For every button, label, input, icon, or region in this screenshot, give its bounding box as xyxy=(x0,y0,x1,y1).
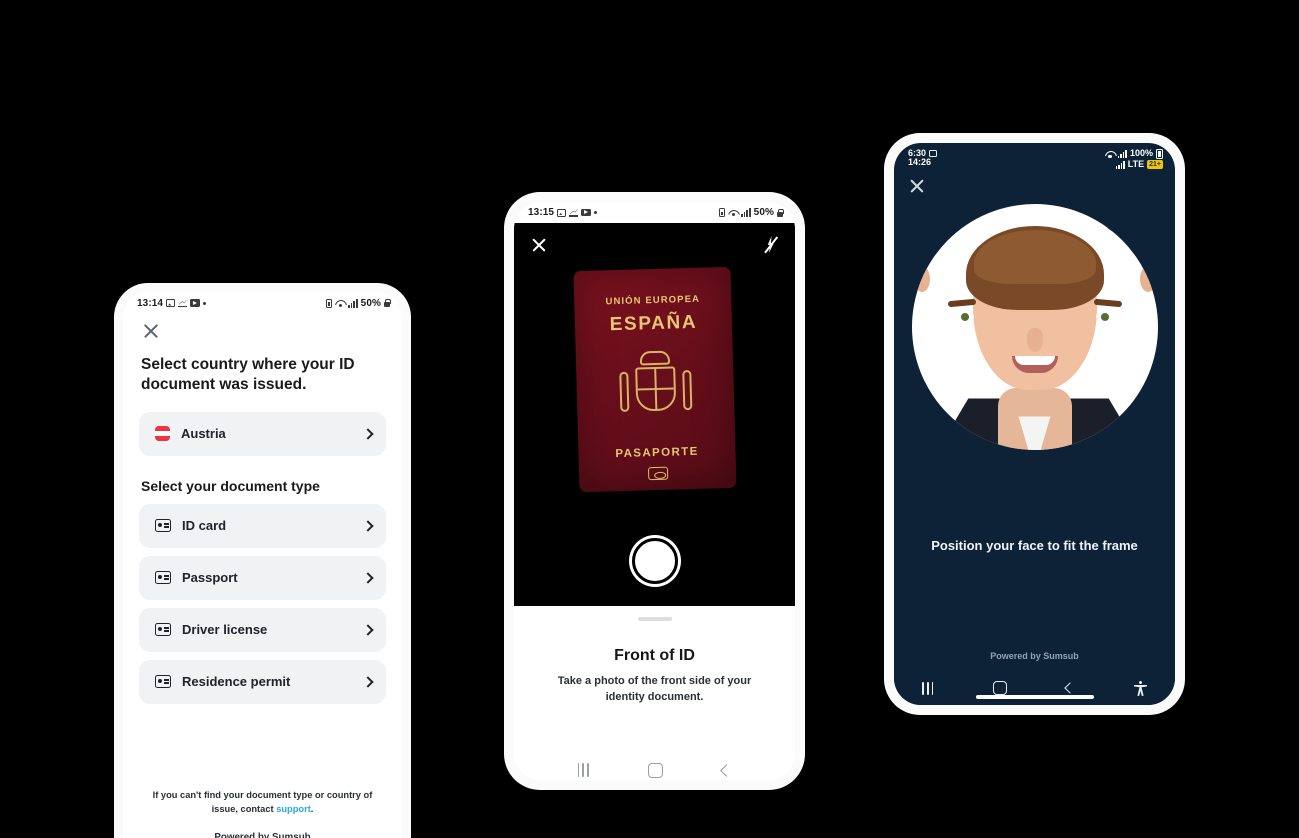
battery-percent: 100% xyxy=(1129,148,1153,159)
phone2-navigation-bar xyxy=(514,749,795,780)
phone3-navigation-bar xyxy=(894,671,1175,705)
dot-icon xyxy=(594,211,598,214)
selfie-preview xyxy=(911,204,1158,451)
footer-text-before: If you can't find your document type or … xyxy=(152,790,373,814)
status-time: 13:14 xyxy=(137,297,164,309)
powered-by-label: Powered by Sumsub xyxy=(214,832,311,838)
coat-of-arms-icon xyxy=(612,344,698,430)
chevron-right-icon xyxy=(362,428,374,440)
dot-icon xyxy=(203,301,207,305)
doc-type-passport[interactable]: Passport xyxy=(139,555,386,600)
sheet-subtitle: Take a photo of the front side of your i… xyxy=(557,675,752,703)
phone1-status-bar: 13:14 50% xyxy=(123,292,402,314)
id-document-icon xyxy=(155,623,171,637)
status-time: 13:15 xyxy=(528,207,555,218)
photo-icon xyxy=(166,299,176,307)
home-icon[interactable] xyxy=(992,681,1007,695)
wifi-icon xyxy=(335,299,345,307)
scene-root: 13:14 50% Select country where your ID d… xyxy=(0,0,1299,838)
signal-icon xyxy=(348,298,358,308)
passport-document-preview: UNIÓN EUROPEA ESPAÑA PASAPORTE xyxy=(572,266,737,493)
doc-type-label: ID card xyxy=(182,518,227,534)
phone2-screen: 13:15 50% UNIÓN EUROPEA ESPAÑA PASAPORTE… xyxy=(514,202,795,780)
doc-type-residence-permit[interactable]: Residence permit xyxy=(139,659,386,704)
battery-small-icon xyxy=(326,298,333,308)
signal-icon xyxy=(741,208,751,217)
video-icon xyxy=(190,299,201,307)
wifi-icon xyxy=(1105,150,1115,158)
status-badge: 21+ xyxy=(1147,160,1163,170)
country-selector-row[interactable]: Austria xyxy=(139,411,386,456)
recents-icon[interactable] xyxy=(922,681,934,695)
doc-type-driver-license[interactable]: Driver license xyxy=(139,607,386,652)
bottom-sheet: Front of ID Take a photo of the front si… xyxy=(514,617,795,780)
recents-icon[interactable] xyxy=(577,763,589,777)
status-time: 14:26 xyxy=(908,157,932,168)
phone-device-3: 6:30 14:26 100% LTE 21+ Position your fa… xyxy=(884,133,1185,715)
doc-type-id-card[interactable]: ID card xyxy=(139,503,386,548)
phone-device-1: 13:14 50% Select country where your ID d… xyxy=(114,283,411,838)
signal-icon xyxy=(1117,150,1127,158)
chevron-right-icon xyxy=(362,676,374,688)
footer-text-after: . xyxy=(310,803,314,814)
phone1-footer: If you can't find your document type or … xyxy=(123,789,402,838)
close-icon[interactable] xyxy=(530,236,547,253)
chevron-right-icon xyxy=(362,572,374,584)
passport-line-1: UNIÓN EUROPEA xyxy=(604,293,700,308)
camera-toolbar xyxy=(514,223,795,254)
shutter-button[interactable] xyxy=(631,538,678,584)
network-label: LTE xyxy=(1127,159,1145,169)
phone1-screen: 13:14 50% Select country where your ID d… xyxy=(123,292,402,838)
passport-chip-icon xyxy=(646,466,668,481)
doc-type-label: Residence permit xyxy=(182,674,291,690)
id-document-icon xyxy=(155,519,171,533)
phone3-status-bar: 6:30 14:26 100% LTE 21+ xyxy=(894,143,1175,170)
flash-off-icon[interactable] xyxy=(762,235,779,254)
chevron-right-icon xyxy=(362,520,374,532)
austria-flag-icon xyxy=(155,426,170,442)
accessibility-icon[interactable] xyxy=(1134,680,1147,696)
id-document-icon xyxy=(155,571,171,585)
footer-help-text: If you can't find your document type or … xyxy=(149,789,376,816)
chevron-right-icon xyxy=(362,624,374,636)
battery-percent: 50% xyxy=(360,297,381,309)
phone1-content: Select country where your ID document wa… xyxy=(123,314,402,704)
battery-small-icon xyxy=(719,208,726,217)
close-icon[interactable] xyxy=(908,177,925,194)
passport-line-3: PASAPORTE xyxy=(614,445,699,461)
gesture-pill[interactable] xyxy=(975,695,1094,699)
camera-viewfinder: UNIÓN EUROPEA ESPAÑA PASAPORTE xyxy=(514,223,795,606)
battery-icon xyxy=(1156,149,1163,159)
instruction-text: Position your face to fit the frame xyxy=(931,538,1138,554)
chart-icon xyxy=(569,209,579,217)
passport-line-2: ESPAÑA xyxy=(608,311,697,336)
support-link[interactable]: support xyxy=(276,804,311,814)
phone-device-2: 13:15 50% UNIÓN EUROPEA ESPAÑA PASAPORTE… xyxy=(504,192,805,790)
powered-by-label: Powered by Sumsub xyxy=(990,651,1079,661)
photo-icon xyxy=(557,208,567,217)
battery-percent: 50% xyxy=(753,207,774,218)
section-title: Select your document type xyxy=(141,477,320,494)
phone3-screen: 6:30 14:26 100% LTE 21+ Position your fa… xyxy=(894,143,1175,705)
id-document-icon xyxy=(155,675,171,689)
photo-icon xyxy=(929,150,938,158)
signal-icon xyxy=(1115,160,1125,169)
video-icon xyxy=(581,208,592,217)
close-icon[interactable] xyxy=(142,322,160,340)
wifi-icon xyxy=(728,209,738,217)
chart-icon xyxy=(178,299,188,307)
back-icon[interactable] xyxy=(1064,682,1077,694)
country-label: Austria xyxy=(181,426,226,442)
lock-icon xyxy=(777,208,784,217)
sheet-drag-handle[interactable] xyxy=(637,617,672,621)
back-icon[interactable] xyxy=(720,763,734,777)
phone2-status-bar: 13:15 50% xyxy=(514,202,795,223)
doc-type-label: Driver license xyxy=(182,622,268,638)
home-icon[interactable] xyxy=(648,762,664,778)
lock-icon xyxy=(384,299,391,307)
face-frame xyxy=(911,204,1158,451)
sheet-title: Front of ID xyxy=(614,647,695,664)
doc-type-label: Passport xyxy=(182,570,238,586)
page-title: Select country where your ID document wa… xyxy=(141,356,355,394)
